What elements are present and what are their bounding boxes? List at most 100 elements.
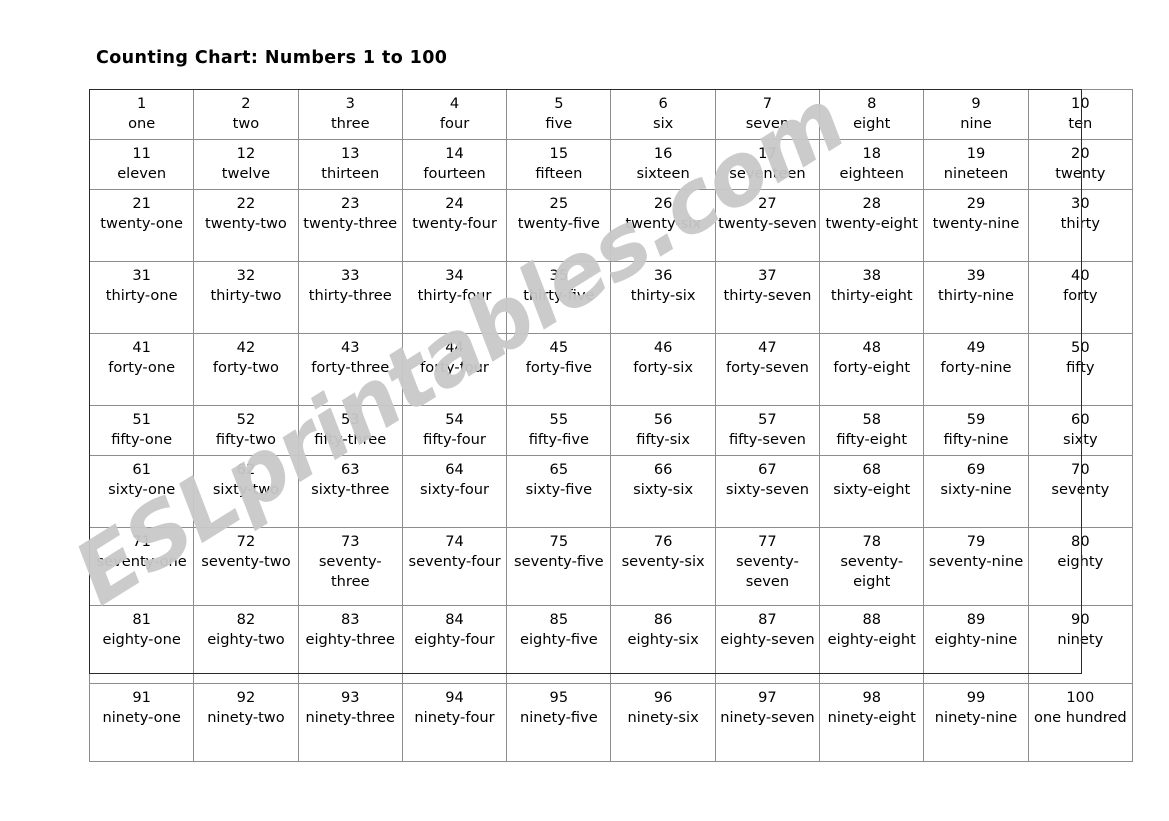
cell-word: thirty-two bbox=[210, 286, 282, 304]
cell-numeral: 65 bbox=[549, 461, 569, 478]
number-cell-20: 20 twenty bbox=[1027, 139, 1133, 190]
cell-word: four bbox=[439, 114, 470, 132]
cell-word: sixty-one bbox=[108, 480, 176, 498]
number-cell-42: 42 forty-two bbox=[193, 333, 299, 406]
cell-word: seven bbox=[745, 114, 790, 132]
counting-chart-table: 1 one 2 two 3 three 4 four 5 five 6 six 7 seven 8 eight… bbox=[88, 89, 1133, 762]
number-cell-19: 19 nineteen bbox=[923, 139, 1029, 190]
number-cell-55: 55 fifty-five bbox=[506, 405, 612, 456]
cell-numeral: 40 bbox=[1071, 267, 1090, 284]
cell-word: fifteen bbox=[535, 164, 583, 182]
cell-word: eighty-six bbox=[627, 630, 699, 648]
cell-numeral: 6 bbox=[658, 95, 668, 112]
number-cell-62: 62 sixty-two bbox=[193, 455, 299, 528]
cell-numeral: 64 bbox=[445, 461, 464, 478]
number-cell-56: 56 fifty-six bbox=[610, 405, 716, 456]
cell-word: seventy-nine bbox=[928, 552, 1024, 570]
cell-word: twenty-three bbox=[303, 214, 398, 232]
cell-numeral: 56 bbox=[653, 411, 673, 428]
cell-numeral: 51 bbox=[132, 411, 151, 428]
cell-word: seventy-five bbox=[514, 552, 604, 570]
cell-numeral: 98 bbox=[862, 689, 882, 706]
number-cell-88: 88 eighty-eight bbox=[819, 605, 925, 684]
cell-numeral: 1 bbox=[137, 95, 147, 112]
number-cell-27: 27 twenty-seven bbox=[714, 189, 821, 262]
number-cell-43: 43 forty-three bbox=[297, 333, 403, 406]
cell-numeral: 30 bbox=[1071, 195, 1090, 212]
cell-word: eighty-nine bbox=[934, 630, 1018, 648]
number-cell-100: 100 one hundred bbox=[1027, 683, 1133, 762]
number-cell-40: 40 forty bbox=[1027, 261, 1133, 334]
table-row: 21 twenty-one 22 twenty-two 23 twenty-three 24… bbox=[88, 189, 1133, 262]
cell-numeral: 81 bbox=[132, 611, 151, 628]
number-cell-87: 87 eighty-seven bbox=[714, 605, 821, 684]
cell-word: thirty-three bbox=[308, 286, 392, 304]
number-cell-31: 31 thirty-one bbox=[88, 261, 195, 334]
cell-word: forty-eight bbox=[833, 358, 911, 376]
cell-word: thirty-seven bbox=[723, 286, 812, 304]
cell-word: eighteen bbox=[839, 164, 904, 182]
cell-numeral: 47 bbox=[758, 339, 777, 356]
number-cell-95: 95 ninety-five bbox=[506, 683, 612, 762]
number-cell-23: 23 twenty-three bbox=[297, 189, 403, 262]
cell-numeral: 52 bbox=[236, 411, 256, 428]
number-cell-51: 51 fifty-one bbox=[88, 405, 195, 456]
cell-numeral: 100 bbox=[1066, 689, 1095, 706]
cell-numeral: 33 bbox=[340, 267, 360, 284]
number-cell-11: 11 eleven bbox=[88, 139, 195, 190]
number-cell-46: 46 forty-six bbox=[610, 333, 716, 406]
table-row: 1 one 2 two 3 three 4 four 5 five 6 six 7 seven 8 eight… bbox=[88, 89, 1133, 140]
number-cell-14: 14 fourteen bbox=[401, 139, 508, 190]
cell-word: eighty-five bbox=[519, 630, 598, 648]
number-cell-45: 45 forty-five bbox=[506, 333, 612, 406]
number-cell-84: 84 eighty-four bbox=[401, 605, 508, 684]
number-cell-97: 97 ninety-seven bbox=[714, 683, 821, 762]
number-cell-65: 65 sixty-five bbox=[506, 455, 612, 528]
number-cell-15: 15 fifteen bbox=[506, 139, 612, 190]
cell-numeral: 88 bbox=[862, 611, 882, 628]
cell-numeral: 73 bbox=[340, 533, 360, 550]
cell-word: fifty bbox=[1066, 358, 1095, 376]
number-cell-49: 49 forty-nine bbox=[923, 333, 1029, 406]
cell-numeral: 74 bbox=[445, 533, 464, 550]
table-row: 31 thirty-one 32 thirty-two 33 thirty-three 34… bbox=[88, 261, 1133, 334]
cell-word: ninety-one bbox=[102, 708, 181, 726]
cell-word: nineteen bbox=[943, 164, 1009, 182]
cell-numeral: 87 bbox=[758, 611, 777, 628]
number-cell-24: 24 twenty-four bbox=[401, 189, 508, 262]
cell-numeral: 58 bbox=[862, 411, 882, 428]
cell-numeral: 99 bbox=[966, 689, 986, 706]
cell-numeral: 83 bbox=[340, 611, 360, 628]
cell-numeral: 44 bbox=[445, 339, 464, 356]
cell-numeral: 28 bbox=[862, 195, 882, 212]
cell-numeral: 80 bbox=[1071, 533, 1090, 550]
cell-word: twelve bbox=[221, 164, 271, 182]
number-cell-1: 1 one bbox=[88, 89, 195, 140]
number-cell-18: 18 eighteen bbox=[819, 139, 925, 190]
number-cell-41: 41 forty-one bbox=[88, 333, 195, 406]
cell-word: five bbox=[545, 114, 573, 132]
cell-word: ninety-six bbox=[627, 708, 699, 726]
cell-word: twenty-five bbox=[517, 214, 600, 232]
cell-word: eighty-two bbox=[207, 630, 285, 648]
cell-numeral: 17 bbox=[758, 145, 777, 162]
number-cell-64: 64 sixty-four bbox=[401, 455, 508, 528]
number-cell-90: 90 ninety bbox=[1027, 605, 1133, 684]
number-cell-10: 10 ten bbox=[1027, 89, 1133, 140]
cell-numeral: 22 bbox=[236, 195, 256, 212]
number-cell-17: 17 seventeen bbox=[714, 139, 821, 190]
cell-word: six bbox=[652, 114, 674, 132]
cell-numeral: 8 bbox=[867, 95, 877, 112]
number-cell-36: 36 thirty-six bbox=[610, 261, 716, 334]
cell-word: eighty-three bbox=[305, 630, 395, 648]
cell-numeral: 57 bbox=[758, 411, 777, 428]
cell-word: thirty bbox=[1060, 214, 1101, 232]
cell-word: fifty-two bbox=[215, 430, 276, 448]
table-row: 91 ninety-one 92 ninety-two 93 ninety-three 94… bbox=[88, 683, 1133, 762]
cell-word: seventy bbox=[1051, 480, 1110, 498]
cell-word: forty-two bbox=[212, 358, 279, 376]
table-row: 41 forty-one 42 forty-two 43 forty-three 44 for… bbox=[88, 333, 1133, 406]
cell-word: thirty-five bbox=[523, 286, 595, 304]
cell-word: eighty-eight bbox=[827, 630, 916, 648]
cell-numeral: 19 bbox=[966, 145, 986, 162]
